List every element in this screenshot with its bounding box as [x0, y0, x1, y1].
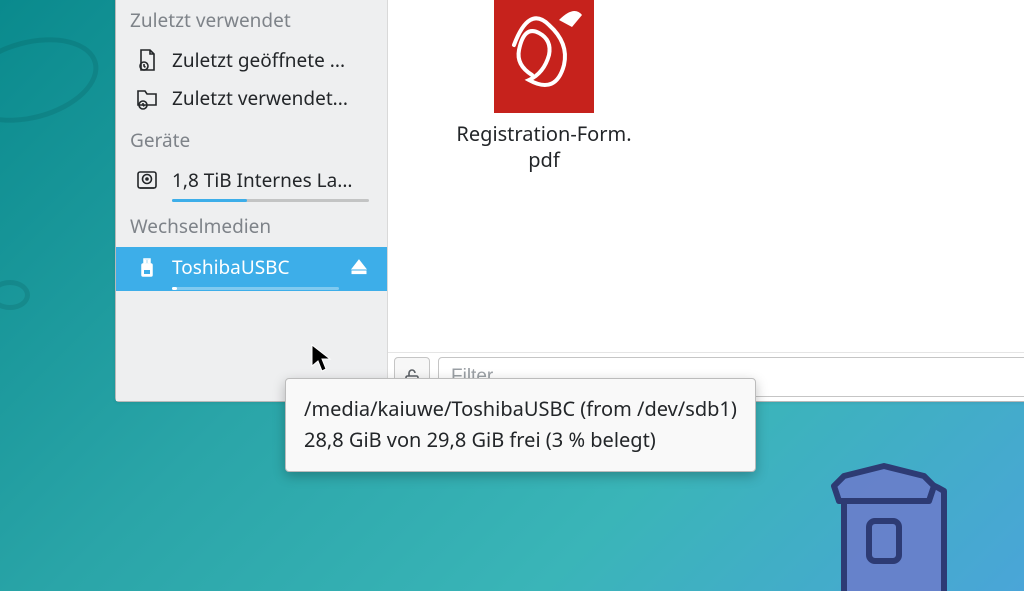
sidebar-item-label: ToshibaUSBC — [172, 254, 329, 280]
sidebar-item-label: Zuletzt geöffnete ... — [172, 47, 373, 73]
pdf-thumbnail — [494, 0, 594, 113]
wallpaper-swirl — [0, 23, 108, 137]
tooltip-capacity: 28,8 GiB von 29,8 GiB frei (3 % belegt) — [304, 424, 737, 455]
harddisk-icon — [134, 167, 160, 193]
main-pane: Registration-Form. pdf — [388, 0, 1024, 401]
sidebar-item-label: Zuletzt verwendet... — [172, 85, 373, 111]
device-tooltip: /media/kaiuwe/ToshibaUSBC (from /dev/sdb… — [285, 378, 756, 472]
file-manager-window: Zuletzt verwendet Zuletzt geöffnete ... … — [115, 0, 1024, 402]
places-sidebar: Zuletzt verwendet Zuletzt geöffnete ... … — [116, 0, 388, 401]
section-header-devices: Geräte — [116, 117, 387, 161]
sidebar-item-recent-files[interactable]: Zuletzt geöffnete ... — [116, 41, 387, 79]
capacity-bar — [172, 199, 369, 202]
recent-folder-icon — [134, 85, 160, 111]
sidebar-item-toshiba-usbc[interactable]: ToshibaUSBC — [116, 247, 387, 291]
wallpaper-swirl — [0, 280, 30, 310]
eject-icon — [349, 257, 369, 277]
file-tile-registration-form[interactable]: Registration-Form. pdf — [444, 0, 644, 173]
capacity-bar — [172, 287, 339, 290]
file-view[interactable]: Registration-Form. pdf — [388, 0, 1024, 352]
section-header-removable: Wechselmedien — [116, 203, 387, 247]
wallpaper-castle — [784, 401, 964, 591]
mouse-cursor — [311, 344, 333, 374]
usb-drive-icon — [134, 254, 160, 280]
eject-button[interactable] — [345, 253, 373, 281]
sidebar-item-recent-places[interactable]: Zuletzt verwendet... — [116, 79, 387, 117]
sidebar-item-internal-drive[interactable]: 1,8 TiB Internes La... — [116, 161, 387, 203]
tooltip-path: /media/kaiuwe/ToshibaUSBC (from /dev/sdb… — [304, 393, 737, 424]
sidebar-item-label: 1,8 TiB Internes La... — [172, 167, 373, 193]
section-header-recent: Zuletzt verwendet — [116, 0, 387, 41]
file-name: Registration-Form. pdf — [444, 121, 644, 173]
recent-document-icon — [134, 47, 160, 73]
